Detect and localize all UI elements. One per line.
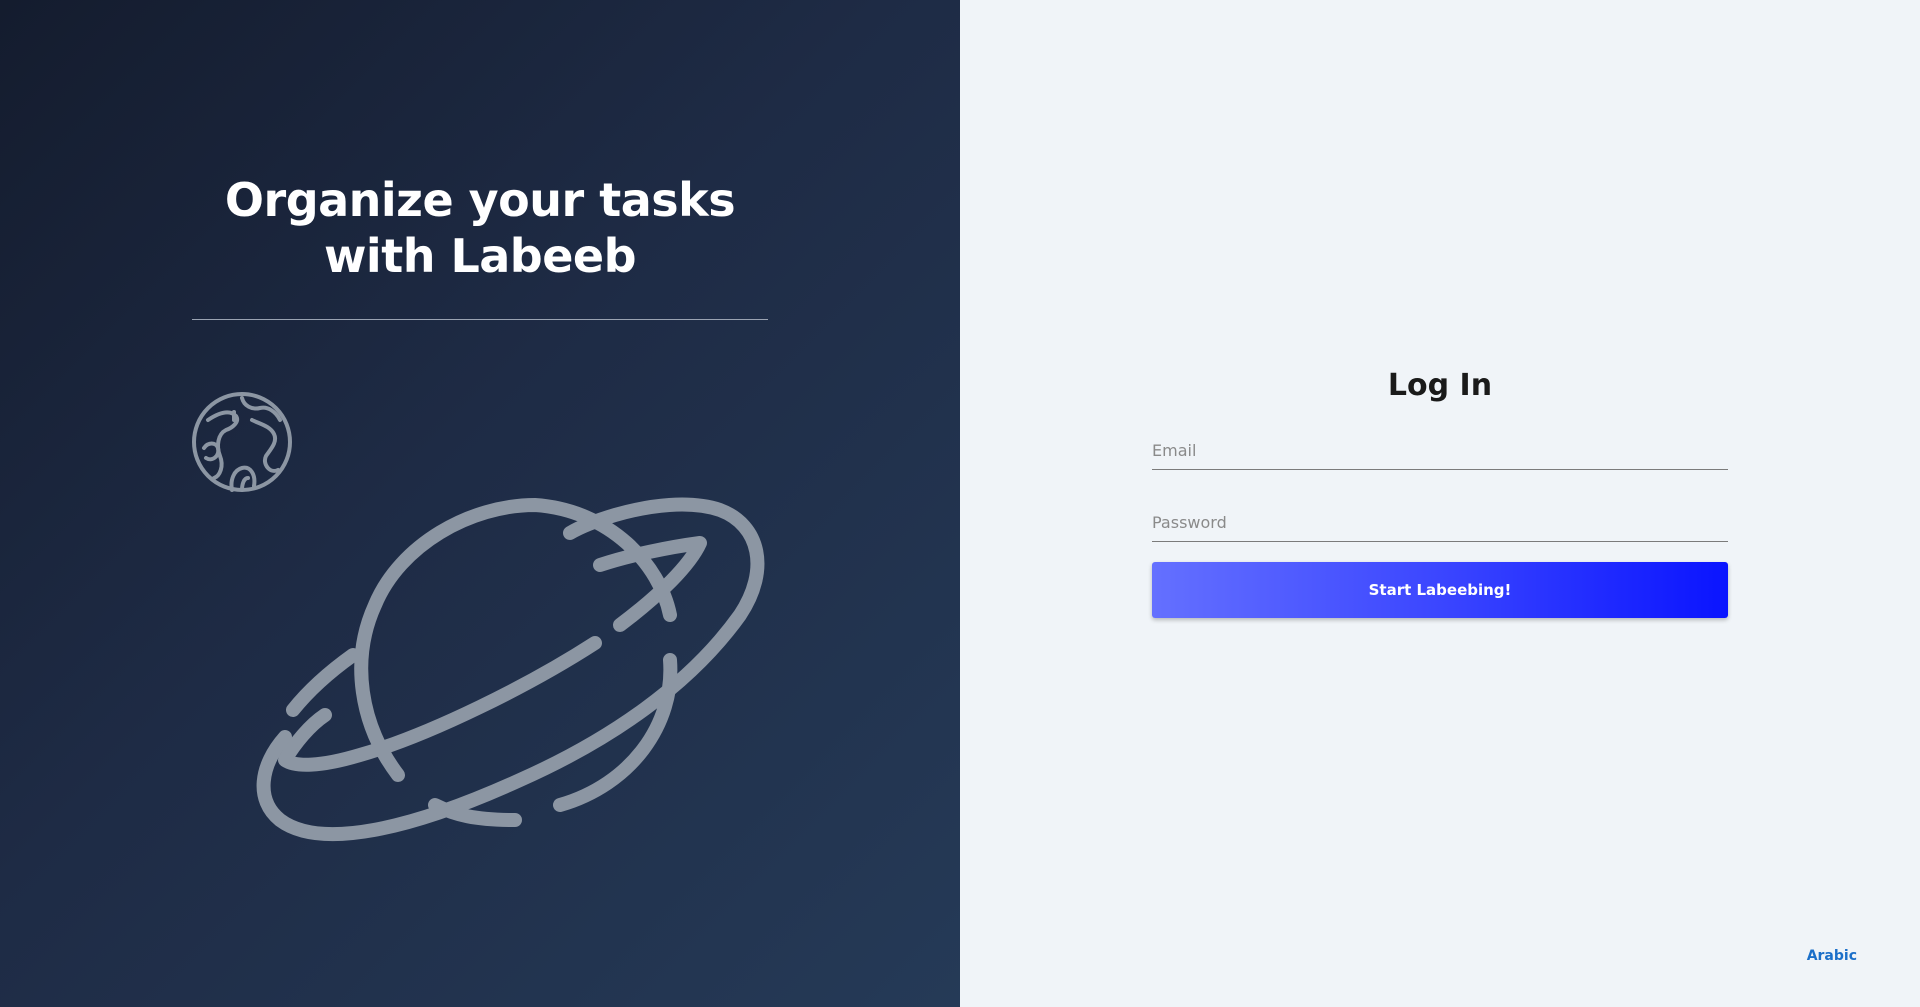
login-panel: Log In Start Labeebing! Arabic [960,0,1920,1007]
email-field-wrapper [1152,422,1728,470]
hero-panel: Organize your tasks with Labeeb [0,0,960,1007]
password-field-wrapper [1152,494,1728,542]
password-field[interactable] [1152,507,1728,537]
email-field[interactable] [1152,435,1728,465]
login-form: Log In Start Labeebing! [1152,362,1728,618]
globe-icon [192,392,292,492]
start-labeebing-button[interactable]: Start Labeebing! [1152,562,1728,618]
hero-headline: Organize your tasks with Labeeb [224,173,736,283]
hero-divider [192,319,768,320]
planet-icon [256,497,765,842]
login-page: Organize your tasks with Labeeb Log In E… [0,0,1920,1007]
login-title: Log In [1387,368,1493,403]
language-switch-link[interactable]: Arabic [1807,948,1857,964]
